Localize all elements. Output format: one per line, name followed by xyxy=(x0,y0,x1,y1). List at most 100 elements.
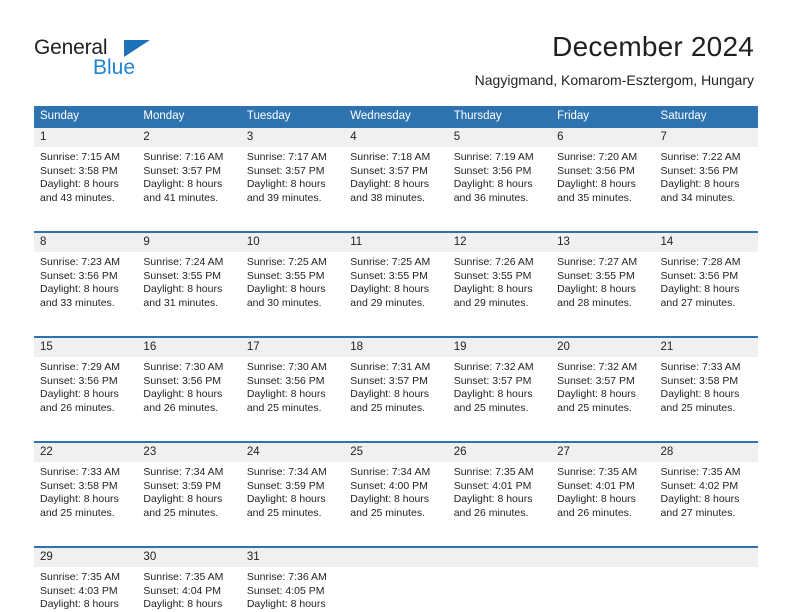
calendar-weeks: 1 Sunrise: 7:15 AM Sunset: 3:58 PM Daylight… xyxy=(34,128,758,612)
sunrise-time: Sunrise: 7:20 AM xyxy=(557,151,638,163)
day-cell[interactable]: 7 Sunrise: 7:22 AM Sunset: 3:56 PM Daylight… xyxy=(654,128,758,217)
day-cell[interactable]: 19 Sunrise: 7:32 AM Sunset: 3:57 PM Dayligh… xyxy=(447,338,552,427)
day-details xyxy=(448,567,551,571)
day-cell[interactable]: 4 Sunrise: 7:18 AM Sunset: 3:57 PM Daylight… xyxy=(344,128,448,217)
daylight-duration-line-2: and 38 minutes. xyxy=(350,191,425,204)
day-cell[interactable] xyxy=(344,548,448,612)
day-number xyxy=(447,548,552,567)
page-header: General Blue December 2024 Nagyigmand, K… xyxy=(0,0,792,100)
day-cell[interactable]: 20 Sunrise: 7:32 AM Sunset: 3:57 PM Dayligh… xyxy=(551,338,655,427)
daylight-duration-line-2: and 25 minutes. xyxy=(246,401,322,414)
day-cell[interactable]: 14 Sunrise: 7:28 AM Sunset: 3:56 PM Dayligh… xyxy=(654,233,758,322)
daylight-duration-line-1: Daylight: 8 hours xyxy=(40,598,119,610)
daylight-duration-line-1: Daylight: 8 hours xyxy=(143,598,223,610)
daylight-duration-line-2: and 34 minutes. xyxy=(660,191,736,204)
daylight-duration-line-2: and 27 minutes. xyxy=(660,296,736,309)
day-details: Sunrise: 7:15 AM Sunset: 3:58 PM Daylight:… xyxy=(34,147,137,205)
calendar-page: General Blue December 2024 Nagyigmand, K… xyxy=(0,0,792,612)
title-block: December 2024 Nagyigmand, Komarom-Eszter… xyxy=(475,30,754,90)
day-cell[interactable] xyxy=(551,548,655,612)
day-cell[interactable]: 25 Sunrise: 7:34 AM Sunset: 4:00 PM Dayligh… xyxy=(344,443,448,532)
daylight-duration-line-1: Daylight: 8 hours xyxy=(350,178,430,190)
daylight-duration-line-1: Daylight: 8 hours xyxy=(40,178,119,190)
sunset-time: Sunset: 3:55 PM xyxy=(143,269,222,282)
day-number xyxy=(654,548,758,567)
day-details: Sunrise: 7:32 AM Sunset: 3:57 PM Daylight:… xyxy=(551,357,654,415)
day-cell[interactable]: 6 Sunrise: 7:20 AM Sunset: 3:56 PM Daylight… xyxy=(551,128,655,217)
day-cell[interactable]: 1 Sunrise: 7:15 AM Sunset: 3:58 PM Daylight… xyxy=(34,128,138,217)
day-cell[interactable]: 29 Sunrise: 7:35 AM Sunset: 4:03 PM Dayligh… xyxy=(34,548,138,612)
sunrise-time: Sunrise: 7:27 AM xyxy=(557,256,638,268)
day-number: 1 xyxy=(34,128,138,147)
daylight-duration-line-1: Daylight: 8 hours xyxy=(246,388,326,400)
daylight-duration-line-2: and 35 minutes. xyxy=(557,191,632,204)
brand-logo[interactable]: General Blue xyxy=(34,36,254,84)
day-cell[interactable]: 3 Sunrise: 7:17 AM Sunset: 3:57 PM Daylight… xyxy=(240,128,345,217)
sunrise-time: Sunrise: 7:33 AM xyxy=(660,361,741,373)
day-number: 17 xyxy=(240,338,345,357)
day-number: 21 xyxy=(654,338,758,357)
daylight-duration-line-1: Daylight: 8 hours xyxy=(453,493,533,505)
day-details: Sunrise: 7:34 AM Sunset: 3:59 PM Daylight:… xyxy=(137,462,240,520)
day-cell[interactable]: 30 Sunrise: 7:35 AM Sunset: 4:04 PM Dayligh… xyxy=(137,548,241,612)
day-cell[interactable] xyxy=(654,548,758,612)
day-cell[interactable]: 10 Sunrise: 7:25 AM Sunset: 3:55 PM Dayligh… xyxy=(240,233,345,322)
day-details: Sunrise: 7:29 AM Sunset: 3:56 PM Daylight:… xyxy=(34,357,137,415)
day-cell[interactable]: 11 Sunrise: 7:25 AM Sunset: 3:55 PM Dayligh… xyxy=(344,233,448,322)
day-cell[interactable]: 13 Sunrise: 7:27 AM Sunset: 3:55 PM Dayligh… xyxy=(551,233,655,322)
daylight-duration-line-1: Daylight: 8 hours xyxy=(246,598,326,610)
day-details xyxy=(655,567,758,571)
week-row-spacer xyxy=(34,322,758,336)
sunset-time: Sunset: 3:59 PM xyxy=(143,479,222,492)
sunset-time: Sunset: 3:57 PM xyxy=(453,374,532,387)
day-cell[interactable]: 9 Sunrise: 7:24 AM Sunset: 3:55 PM Daylight… xyxy=(137,233,241,322)
week-row: 1 Sunrise: 7:15 AM Sunset: 3:58 PM Daylight… xyxy=(34,128,758,217)
day-cell[interactable]: 12 Sunrise: 7:26 AM Sunset: 3:55 PM Dayligh… xyxy=(447,233,552,322)
day-cell[interactable]: 26 Sunrise: 7:35 AM Sunset: 4:01 PM Dayligh… xyxy=(447,443,552,532)
sunrise-time: Sunrise: 7:30 AM xyxy=(246,361,327,373)
sunrise-time: Sunrise: 7:18 AM xyxy=(350,151,431,163)
daylight-duration-line-1: Daylight: 8 hours xyxy=(453,388,533,400)
daylight-duration-line-1: Daylight: 8 hours xyxy=(557,388,636,400)
day-cell[interactable]: 18 Sunrise: 7:31 AM Sunset: 3:57 PM Dayligh… xyxy=(344,338,448,427)
daylight-duration-line-2: and 33 minutes. xyxy=(40,296,115,309)
weekday-header-friday: Friday xyxy=(557,110,590,122)
daylight-duration-line-1: Daylight: 8 hours xyxy=(350,283,430,295)
sunset-time: Sunset: 4:01 PM xyxy=(453,479,532,492)
day-cell[interactable]: 17 Sunrise: 7:30 AM Sunset: 3:56 PM Dayligh… xyxy=(240,338,345,427)
sunset-time: Sunset: 3:56 PM xyxy=(660,164,739,177)
day-cell[interactable]: 16 Sunrise: 7:30 AM Sunset: 3:56 PM Dayligh… xyxy=(137,338,241,427)
day-cell[interactable]: 23 Sunrise: 7:34 AM Sunset: 3:59 PM Dayligh… xyxy=(137,443,241,532)
day-cell[interactable]: 31 Sunrise: 7:36 AM Sunset: 4:05 PM Dayligh… xyxy=(240,548,345,612)
daylight-duration-line-1: Daylight: 8 hours xyxy=(350,388,430,400)
sunset-time: Sunset: 3:57 PM xyxy=(246,164,325,177)
day-number: 31 xyxy=(240,548,345,567)
day-cell[interactable]: 15 Sunrise: 7:29 AM Sunset: 3:56 PM Dayligh… xyxy=(34,338,138,427)
sunset-time: Sunset: 3:56 PM xyxy=(453,164,532,177)
day-details xyxy=(551,567,654,571)
day-cell[interactable] xyxy=(447,548,552,612)
day-cell[interactable]: 21 Sunrise: 7:33 AM Sunset: 3:58 PM Dayligh… xyxy=(654,338,758,427)
day-number: 29 xyxy=(34,548,138,567)
day-details: Sunrise: 7:17 AM Sunset: 3:57 PM Daylight:… xyxy=(241,147,344,205)
week-row-spacer xyxy=(34,532,758,546)
sunset-time: Sunset: 4:03 PM xyxy=(40,584,118,597)
sunrise-time: Sunrise: 7:34 AM xyxy=(143,466,224,478)
sunset-time: Sunset: 3:58 PM xyxy=(40,164,118,177)
day-cell[interactable]: 28 Sunrise: 7:35 AM Sunset: 4:02 PM Dayligh… xyxy=(654,443,758,532)
day-cell[interactable]: 5 Sunrise: 7:19 AM Sunset: 3:56 PM Daylight… xyxy=(447,128,552,217)
day-cell[interactable]: 22 Sunrise: 7:33 AM Sunset: 3:58 PM Dayligh… xyxy=(34,443,138,532)
daylight-duration-line-1: Daylight: 8 hours xyxy=(143,283,223,295)
daylight-duration-line-2: and 25 minutes. xyxy=(143,506,219,519)
day-number: 11 xyxy=(344,233,448,252)
sunrise-time: Sunrise: 7:32 AM xyxy=(453,361,534,373)
week-row: 15 Sunrise: 7:29 AM Sunset: 3:56 PM Dayligh… xyxy=(34,336,758,427)
day-cell[interactable]: 27 Sunrise: 7:35 AM Sunset: 4:01 PM Dayligh… xyxy=(551,443,655,532)
daylight-duration-line-2: and 29 minutes. xyxy=(453,296,529,309)
day-cell[interactable]: 8 Sunrise: 7:23 AM Sunset: 3:56 PM Daylight… xyxy=(34,233,138,322)
sunrise-time: Sunrise: 7:22 AM xyxy=(660,151,741,163)
sunrise-time: Sunrise: 7:34 AM xyxy=(350,466,431,478)
day-number: 24 xyxy=(240,443,345,462)
day-cell[interactable]: 2 Sunrise: 7:16 AM Sunset: 3:57 PM Daylight… xyxy=(137,128,241,217)
day-cell[interactable]: 24 Sunrise: 7:34 AM Sunset: 3:59 PM Dayligh… xyxy=(240,443,345,532)
